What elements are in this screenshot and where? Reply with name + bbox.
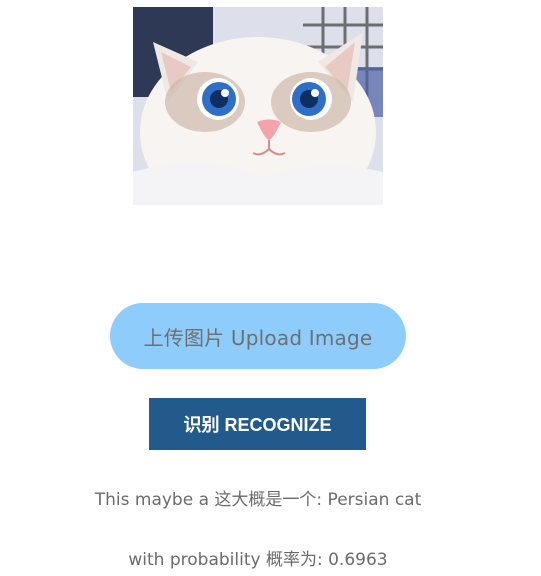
uploaded-cat-image xyxy=(133,7,383,205)
prediction-probability: with probability 概率为: 0.6963 xyxy=(0,545,516,570)
prediction-label: Persian cat xyxy=(327,490,422,510)
probability-prefix: with probability 概率为: xyxy=(128,550,329,570)
recognize-label: 识别 RECOGNIZE xyxy=(183,415,332,435)
upload-image-label: 上传图片 Upload Image xyxy=(143,325,373,350)
recognize-button[interactable]: 识别 RECOGNIZE xyxy=(149,398,366,450)
probability-value: 0.6963 xyxy=(328,550,388,570)
cat-photo-graphic xyxy=(133,7,383,205)
prediction-result: This maybe a 这大概是一个: Persian cat xyxy=(0,485,516,510)
upload-image-button[interactable]: 上传图片 Upload Image xyxy=(110,303,406,369)
prediction-prefix: This maybe a 这大概是一个: xyxy=(94,490,328,510)
